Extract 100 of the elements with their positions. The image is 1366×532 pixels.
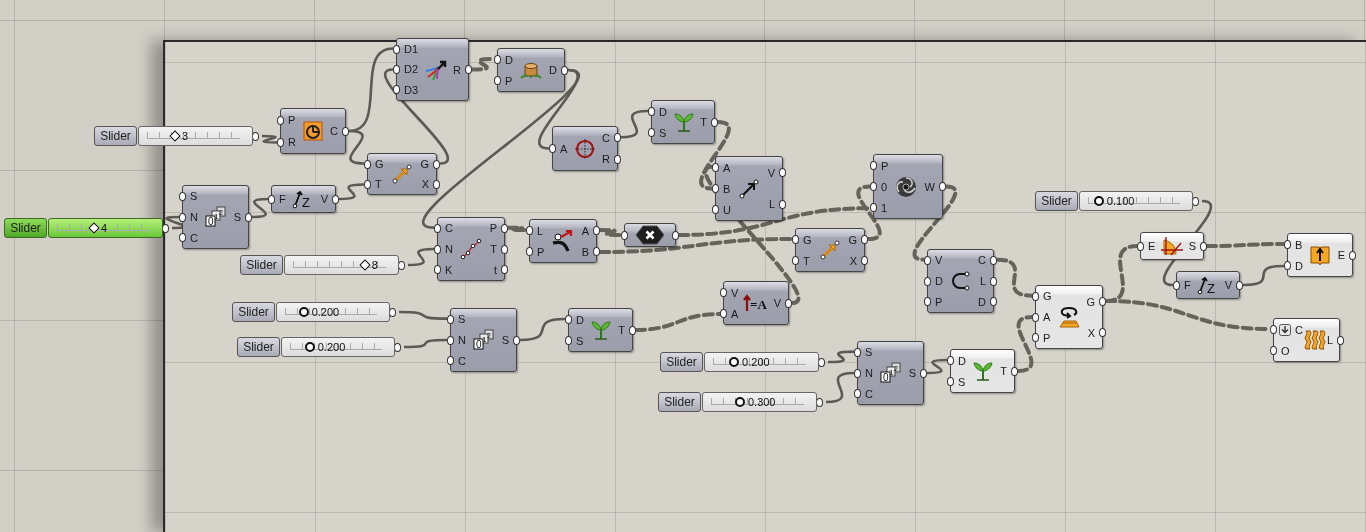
- output-port[interactable]: [1099, 328, 1106, 337]
- input-port[interactable]: [648, 128, 655, 137]
- component-node[interactable]: F Z V: [271, 185, 336, 213]
- input-port[interactable]: [494, 55, 501, 64]
- input-port[interactable]: [854, 389, 861, 399]
- input-port[interactable]: [720, 288, 727, 297]
- slider-knob[interactable]: [729, 357, 740, 367]
- input-port[interactable]: [1032, 291, 1039, 301]
- slider-knob[interactable]: [88, 222, 100, 234]
- input-port[interactable]: [393, 85, 400, 95]
- input-port[interactable]: [526, 226, 533, 235]
- slider-track[interactable]: 3: [138, 126, 253, 146]
- output-port[interactable]: [389, 307, 396, 317]
- slider-knob[interactable]: [304, 342, 315, 352]
- input-port[interactable]: [870, 203, 877, 212]
- output-port[interactable]: [1337, 335, 1345, 345]
- component-node[interactable]: B D E: [1287, 233, 1353, 277]
- input-port[interactable]: [447, 335, 454, 345]
- component-node[interactable]: C N K P T t: [437, 217, 505, 281]
- input-port[interactable]: [792, 235, 799, 244]
- input-port[interactable]: [1137, 241, 1144, 251]
- input-port[interactable]: [179, 233, 186, 243]
- slider-track[interactable]: 0.300: [702, 392, 817, 412]
- input-port[interactable]: [565, 315, 572, 324]
- input-port[interactable]: [277, 137, 284, 147]
- output-port[interactable]: [1099, 297, 1106, 306]
- component-node[interactable]: D1 D2 D3 R: [396, 38, 469, 101]
- input-port[interactable]: [720, 309, 727, 318]
- input-port[interactable]: [179, 212, 186, 222]
- slider-label[interactable]: Slider: [232, 302, 275, 322]
- input-port[interactable]: [1032, 333, 1039, 343]
- input-port[interactable]: [870, 182, 877, 191]
- component-node[interactable]: G T G X: [367, 153, 437, 195]
- input-port[interactable]: [1284, 261, 1291, 270]
- input-port[interactable]: [494, 76, 501, 85]
- component-node[interactable]: G T G X: [795, 228, 865, 272]
- slider-knob[interactable]: [734, 397, 745, 407]
- component-node[interactable]: V A =A V: [723, 281, 789, 325]
- output-port[interactable]: [861, 256, 868, 265]
- component-node[interactable]: A C R: [552, 126, 618, 171]
- input-port[interactable]: [712, 184, 719, 193]
- slider-label[interactable]: Slider: [660, 352, 703, 372]
- output-port[interactable]: [990, 297, 997, 307]
- output-port[interactable]: [394, 342, 401, 352]
- output-port[interactable]: [252, 131, 259, 141]
- component-node[interactable]: D S T: [950, 349, 1015, 393]
- slider-knob[interactable]: [169, 130, 181, 142]
- component-node[interactable]: L P A B: [529, 219, 597, 263]
- component-node[interactable]: E S: [1140, 232, 1204, 260]
- output-port[interactable]: [861, 235, 868, 244]
- output-port[interactable]: [785, 298, 792, 308]
- input-port[interactable]: [277, 115, 284, 125]
- output-port[interactable]: [501, 265, 508, 275]
- output-port[interactable]: [1349, 250, 1356, 260]
- slider-knob[interactable]: [358, 259, 371, 271]
- input-port[interactable]: [434, 244, 441, 254]
- input-port[interactable]: [447, 314, 454, 324]
- output-port[interactable]: [816, 397, 823, 407]
- output-port[interactable]: [1236, 280, 1243, 290]
- input-port[interactable]: [621, 230, 628, 240]
- input-port[interactable]: [1032, 312, 1039, 322]
- slider-label[interactable]: Slider: [658, 392, 701, 412]
- slider-track[interactable]: 0.200: [704, 352, 819, 372]
- slider-track[interactable]: 4: [48, 218, 163, 238]
- input-port[interactable]: [393, 65, 400, 74]
- slider-track[interactable]: 0.100: [1079, 191, 1193, 211]
- output-port[interactable]: [593, 247, 600, 256]
- slider-label[interactable]: Slider: [237, 337, 280, 357]
- output-port[interactable]: [398, 260, 405, 270]
- input-port[interactable]: [447, 356, 454, 366]
- output-port[interactable]: [939, 182, 946, 191]
- slider-knob[interactable]: [1093, 196, 1104, 206]
- component-node[interactable]: F Z V: [1176, 271, 1240, 299]
- input-port[interactable]: [924, 276, 931, 286]
- input-port[interactable]: [947, 377, 954, 386]
- slider-label[interactable]: Slider: [1035, 191, 1078, 211]
- component-node[interactable]: A B U V L: [715, 156, 783, 221]
- input-port[interactable]: [712, 163, 719, 172]
- input-port[interactable]: [648, 107, 655, 116]
- output-port[interactable]: [818, 357, 825, 367]
- input-port[interactable]: [434, 265, 441, 275]
- output-port[interactable]: [672, 230, 679, 240]
- output-port[interactable]: [593, 226, 600, 235]
- input-port[interactable]: [792, 256, 799, 265]
- output-port[interactable]: [245, 212, 252, 222]
- slider-label[interactable]: Slider: [94, 126, 137, 146]
- output-port[interactable]: [1200, 241, 1207, 251]
- input-port[interactable]: [565, 336, 572, 345]
- output-port[interactable]: [779, 199, 786, 209]
- input-port[interactable]: [854, 347, 861, 357]
- output-port[interactable]: [162, 223, 169, 233]
- output-port[interactable]: [465, 65, 472, 74]
- output-port[interactable]: [614, 133, 621, 143]
- output-port[interactable]: [332, 194, 339, 204]
- component-node[interactable]: P R C: [280, 108, 346, 154]
- input-port[interactable]: [854, 368, 861, 378]
- output-port[interactable]: [990, 255, 997, 265]
- output-port[interactable]: [920, 368, 927, 378]
- slider-label[interactable]: Slider: [4, 218, 47, 238]
- slider-track[interactable]: 8: [284, 255, 399, 275]
